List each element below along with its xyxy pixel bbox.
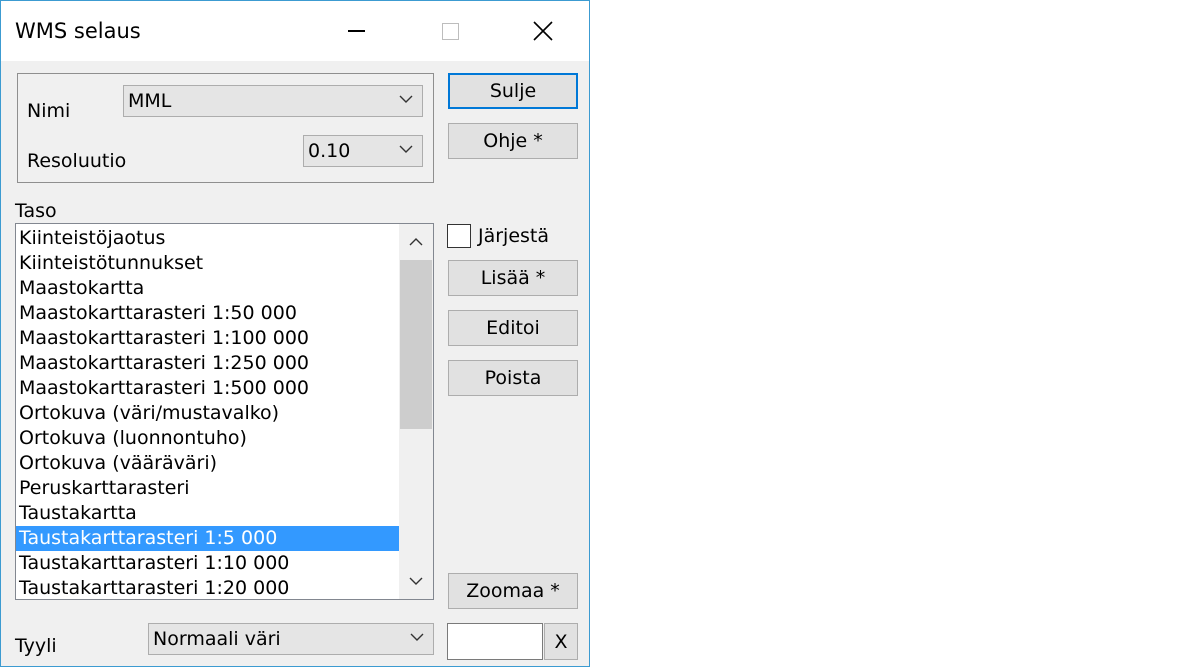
maximize-button[interactable] — [427, 1, 473, 61]
clear-button[interactable]: X — [544, 623, 578, 660]
name-select-value: MML — [128, 90, 172, 112]
chevron-down-icon — [399, 145, 413, 153]
settings-group: Nimi MML Resoluutio 0.10 — [17, 73, 434, 183]
close-icon — [533, 21, 553, 41]
list-item[interactable]: Taustakarttarasteri 1:10 000 — [16, 551, 400, 576]
resolution-select-value: 0.10 — [308, 140, 351, 162]
sort-label: Järjestä — [478, 225, 550, 247]
list-item[interactable]: Kiinteistötunnukset — [16, 251, 400, 276]
close-button[interactable]: Sulje — [448, 73, 578, 109]
list-item[interactable]: Maastokartta — [16, 276, 400, 301]
window-title: WMS selaus — [15, 19, 141, 43]
style-label: Tyyli — [15, 635, 57, 657]
chevron-down-icon — [399, 95, 413, 103]
resolution-select[interactable]: 0.10 — [303, 135, 423, 167]
list-item[interactable]: Kiinteistöjaotus — [16, 226, 400, 251]
list-item[interactable]: Maastokarttarasteri 1:250 000 — [16, 351, 400, 376]
list-item[interactable]: Ortokuva (luonnontuho) — [16, 426, 400, 451]
list-item[interactable]: Taustakarttarasteri 1:5 000 — [16, 526, 400, 551]
list-item[interactable]: Ortokuva (vääräväri) — [16, 451, 400, 476]
style-select[interactable]: Normaali väri — [148, 623, 434, 655]
title-bar[interactable]: WMS selaus — [1, 1, 589, 61]
add-layer-button[interactable]: Lisää * — [448, 260, 578, 296]
list-item[interactable]: Taustakartta — [16, 501, 400, 526]
minimize-button[interactable] — [333, 1, 379, 61]
delete-layer-button[interactable]: Poista — [448, 360, 578, 396]
chevron-down-icon — [410, 633, 424, 641]
maximize-icon — [441, 22, 459, 40]
scrollbar-thumb[interactable] — [400, 260, 432, 429]
layer-label: Taso — [15, 200, 57, 222]
zoom-button[interactable]: Zoomaa * — [448, 573, 578, 609]
minimize-icon — [347, 30, 365, 32]
resolution-label: Resoluutio — [27, 150, 127, 172]
sort-checkbox[interactable] — [447, 224, 471, 248]
list-item[interactable]: Maastokarttarasteri 1:100 000 — [16, 326, 400, 351]
list-item[interactable]: Taustakarttarasteri 1:20 000 — [16, 576, 400, 599]
list-item[interactable]: Maastokarttarasteri 1:50 000 — [16, 301, 400, 326]
layer-list[interactable]: Kiinteistöjaotus Kiinteistötunnukset Maast… — [15, 223, 434, 600]
edit-layer-button[interactable]: Editoi — [448, 310, 578, 346]
vertical-scrollbar[interactable] — [399, 224, 433, 599]
name-select[interactable]: MML — [123, 85, 423, 117]
list-item[interactable]: Peruskarttarasteri — [16, 476, 400, 501]
name-label: Nimi — [27, 100, 71, 122]
list-item[interactable]: Ortokuva (väri/mustavalko) — [16, 401, 400, 426]
zoom-input[interactable] — [447, 623, 543, 660]
scroll-down-icon[interactable] — [409, 577, 423, 586]
style-select-value: Normaali väri — [153, 628, 281, 650]
list-item[interactable]: Maastokarttarasteri 1:500 000 — [16, 376, 400, 401]
help-button[interactable]: Ohje * — [448, 123, 578, 159]
close-window-button[interactable] — [520, 1, 566, 61]
wms-dialog: WMS selaus Nimi MML Resoluutio 0.10 Sulj… — [0, 0, 590, 667]
scroll-up-icon[interactable] — [409, 237, 423, 246]
